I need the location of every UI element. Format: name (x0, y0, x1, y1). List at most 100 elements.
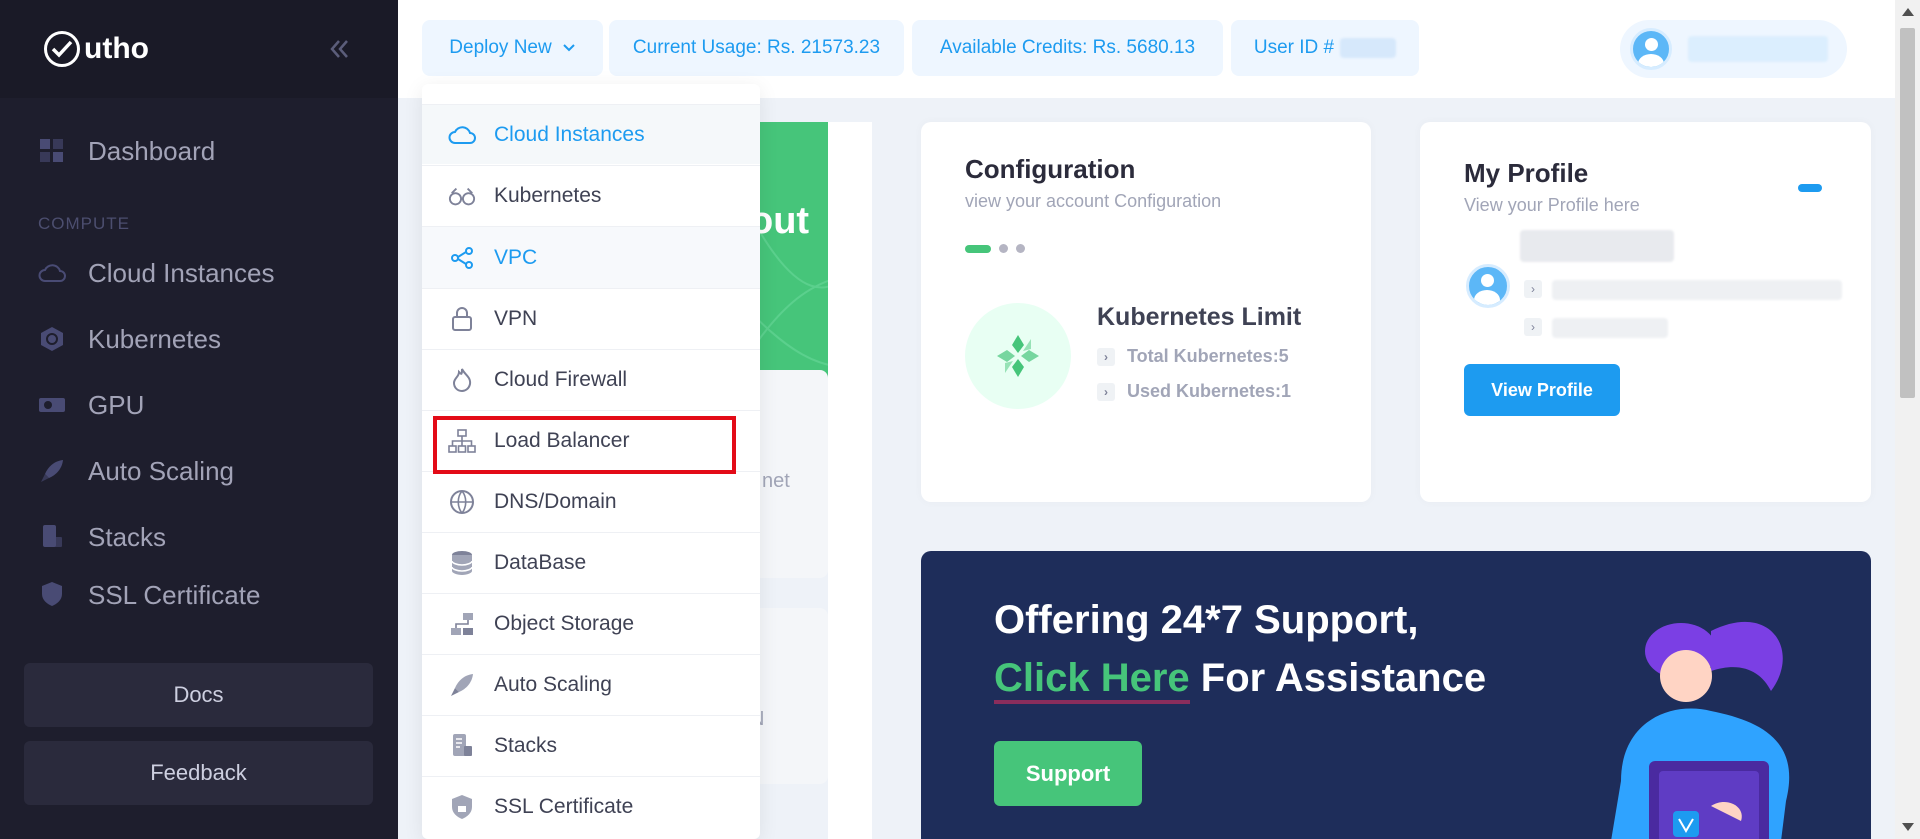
sidebar-item-dashboard[interactable]: Dashboard (0, 118, 398, 184)
menu-item-label: Object Storage (494, 611, 635, 635)
logo-text: utho (84, 32, 149, 65)
load-balancer-highlight (433, 416, 736, 474)
kubernetes-limit-title: Kubernetes Limit (1097, 303, 1302, 331)
sidebar-header: utho (0, 0, 398, 98)
available-credits-button[interactable]: Available Credits: Rs. 5680.13 (912, 20, 1223, 76)
section-compute: COMPUTE (38, 214, 130, 233)
lock-icon (448, 305, 476, 333)
menu-item-label: DataBase (494, 550, 587, 574)
storage-icon (448, 610, 476, 638)
available-credits-text: Available Credits: Rs. 5680.13 (939, 37, 1196, 58)
profile-name-redacted (1520, 230, 1674, 262)
chevron-right-icon: › (1524, 280, 1542, 298)
current-usage-text: Current Usage: Rs. 21573.23 (632, 37, 881, 58)
click-here-link[interactable]: Click Here (994, 656, 1190, 704)
profile-email-redacted (1552, 280, 1842, 300)
menu-item-label: Stacks (494, 733, 558, 757)
profile-title: My Profile (1464, 158, 1589, 188)
menu-item-vpn[interactable]: VPN (422, 288, 760, 348)
kubernetes-icon (38, 325, 66, 353)
profile-details: › › (1466, 230, 1846, 350)
menu-item-kubernetes[interactable]: Kubernetes (422, 165, 760, 225)
menu-item-cloud-instances[interactable]: Cloud Instances (422, 104, 760, 164)
sidebar-item-stacks[interactable]: Stacks (0, 504, 398, 570)
dashboard-icon (38, 137, 66, 165)
binoculars-icon (448, 182, 476, 210)
kubernetes-limit-icon (965, 303, 1071, 409)
scroll-up-icon[interactable] (1902, 8, 1914, 16)
total-kubernetes-row: › Total Kubernetes:5 (1097, 346, 1301, 367)
support-line2: For Assistance (1189, 656, 1487, 700)
card-column-bg (828, 122, 872, 839)
support-heading: Offering 24*7 Support, Click Here For As… (994, 591, 1486, 707)
current-usage-button[interactable]: Current Usage: Rs. 21573.23 (609, 20, 904, 76)
support-illustration (1611, 621, 1790, 839)
database-icon (448, 549, 476, 577)
deploy-new-label: Deploy New (449, 37, 552, 58)
menu-item-auto-scaling[interactable]: Auto Scaling (422, 654, 760, 714)
sidebar-item-label: Auto Scaling (88, 455, 234, 486)
chevron-right-icon: › (1097, 347, 1115, 366)
menu-item-label: DNS/Domain (494, 489, 617, 513)
logo[interactable]: utho (44, 31, 149, 67)
globe-icon (448, 488, 476, 516)
sidebar-item-kubernetes[interactable]: Kubernetes (0, 306, 398, 372)
view-profile-button[interactable]: View Profile (1464, 364, 1620, 416)
used-kubernetes-row: › Used Kubernetes:1 (1097, 381, 1301, 402)
menu-item-object-storage[interactable]: Object Storage (422, 593, 760, 653)
cloud-icon (38, 259, 66, 287)
user-id-button[interactable]: User ID # (1231, 20, 1419, 76)
scroll-thumb[interactable] (1900, 28, 1915, 398)
menu-item-vpc[interactable]: VPC (422, 226, 760, 288)
carousel-indicators[interactable] (965, 244, 1327, 253)
sidebar-item-gpu[interactable]: GPU (0, 372, 398, 438)
support-button[interactable]: Support (994, 741, 1142, 806)
total-kubernetes-text: Total Kubernetes:5 (1127, 346, 1289, 366)
user-id-value-redacted (1340, 38, 1397, 58)
menu-item-stacks[interactable]: Stacks (422, 715, 760, 775)
configuration-subtitle: view your account Configuration (965, 191, 1222, 211)
used-kubernetes-text: Used Kubernetes:1 (1127, 381, 1292, 401)
user-id-label: User ID # (1253, 37, 1335, 58)
cloud-icon (448, 121, 476, 149)
sidebar-item-label: Kubernetes (88, 323, 221, 354)
chevron-right-icon: › (1097, 382, 1115, 401)
carousel-dot[interactable] (1016, 244, 1025, 253)
feedback-button[interactable]: Feedback (24, 741, 373, 805)
deploy-new-button[interactable]: Deploy New (422, 20, 603, 76)
user-menu[interactable] (1620, 20, 1847, 78)
menu-item-label: SSL Certificate (494, 794, 634, 818)
profile-indicator (1798, 184, 1822, 192)
logo-check-icon (44, 31, 80, 67)
collapse-sidebar-icon[interactable] (324, 34, 354, 64)
sidebar-item-label: SSL Certificate (88, 580, 261, 610)
avatar (1630, 28, 1672, 70)
menu-item-label: Cloud Instances (494, 122, 645, 146)
fire-icon (448, 366, 476, 394)
docs-button[interactable]: Docs (24, 663, 373, 727)
profile-card: My Profile View your Profile here › › Vi… (1420, 122, 1871, 502)
page-scrollbar[interactable] (1895, 0, 1920, 839)
sidebar-item-auto-scaling[interactable]: Auto Scaling (0, 438, 398, 504)
info-card-1-text: net (762, 470, 790, 492)
stacks-icon (38, 523, 66, 551)
support-banner: Offering 24*7 Support, Click Here For As… (921, 551, 1871, 839)
menu-item-database[interactable]: DataBase (422, 532, 760, 592)
menu-item-dns-domain[interactable]: DNS/Domain (422, 471, 760, 531)
shield-icon (448, 793, 476, 821)
carousel-dot[interactable] (999, 244, 1008, 253)
profile-subtitle: View your Profile here (1464, 195, 1640, 215)
carousel-dot-active[interactable] (965, 244, 991, 253)
sidebar-item-ssl-certificate[interactable]: SSL Certificate (0, 570, 398, 610)
chevron-down-icon (562, 43, 576, 53)
sidebar-item-cloud-instances[interactable]: Cloud Instances (0, 240, 398, 306)
profile-avatar (1466, 264, 1510, 308)
scroll-down-icon[interactable] (1902, 823, 1914, 831)
chevron-right-icon: › (1524, 318, 1542, 336)
support-line1: Offering 24*7 Support, (994, 598, 1419, 642)
sidebar-item-label: Cloud Instances (88, 257, 275, 288)
menu-item-ssl-certificate[interactable]: SSL Certificate (422, 776, 760, 836)
menu-item-cloud-firewall[interactable]: Cloud Firewall (422, 349, 760, 409)
menu-item-label: Cloud Firewall (494, 367, 628, 391)
gpu-icon (38, 391, 66, 419)
